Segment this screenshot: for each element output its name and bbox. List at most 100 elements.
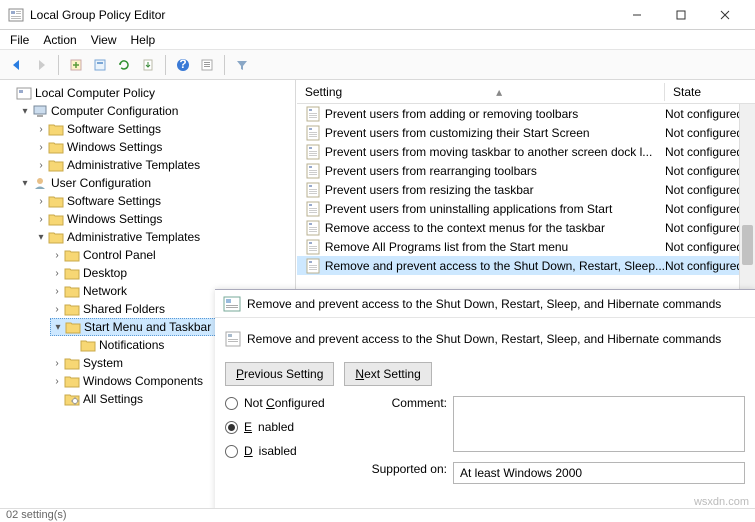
tree-at-1[interactable]: ›Desktop (50, 264, 293, 282)
chevron-right-icon[interactable]: › (50, 250, 64, 261)
menu-file[interactable]: File (10, 33, 29, 47)
folder-icon (64, 266, 80, 280)
chevron-right-icon[interactable]: › (34, 124, 48, 135)
list-item[interactable]: Remove and prevent access to the Shut Do… (297, 256, 755, 275)
tree-uc-at[interactable]: ▾Administrative Templates (34, 228, 293, 246)
toolbar-btn-2[interactable] (89, 54, 111, 76)
folder-icon (64, 284, 80, 298)
chevron-right-icon[interactable]: › (34, 142, 48, 153)
list-item[interactable]: Prevent users from moving taskbar to ano… (297, 142, 755, 161)
list-item[interactable]: Remove All Programs list from the Start … (297, 237, 755, 256)
toolbar-help[interactable]: ? (172, 54, 194, 76)
list-item[interactable]: Remove access to the context menus for t… (297, 218, 755, 237)
dialog-icon (223, 296, 241, 312)
folder-icon (64, 248, 80, 262)
toolbar-refresh[interactable] (113, 54, 135, 76)
folder-icon (64, 302, 80, 316)
chevron-down-icon[interactable]: ▾ (34, 232, 48, 243)
window-title: Local Group Policy Editor (30, 8, 615, 22)
maximize-button[interactable] (659, 1, 703, 29)
folder-icon (48, 212, 64, 226)
radio-not-configured[interactable]: Not Configured (225, 396, 345, 410)
chevron-right-icon[interactable]: › (34, 160, 48, 171)
tree-cc-1[interactable]: ›Windows Settings (34, 138, 293, 156)
toolbar-filter[interactable] (231, 54, 253, 76)
chevron-down-icon[interactable]: ▾ (18, 106, 32, 117)
folder-icon (48, 158, 64, 172)
forward-button[interactable] (30, 54, 52, 76)
back-button[interactable] (6, 54, 28, 76)
folder-icon (64, 356, 80, 370)
watermark: wsxdn.com (694, 496, 749, 508)
dialog-title: Remove and prevent access to the Shut Do… (247, 297, 721, 311)
chevron-right-icon[interactable]: › (34, 196, 48, 207)
toolbar-props[interactable] (196, 54, 218, 76)
setting-dialog: Remove and prevent access to the Shut Do… (215, 289, 755, 522)
policy-item-icon (305, 239, 321, 255)
chevron-right-icon[interactable]: › (50, 304, 64, 315)
scrollbar-thumb[interactable] (742, 225, 753, 265)
policy-item-icon (305, 163, 321, 179)
toolbar-export[interactable] (137, 54, 159, 76)
tree-uc[interactable]: ▾User Configuration (18, 174, 293, 192)
computer-icon (32, 104, 48, 118)
close-button[interactable] (703, 1, 747, 29)
chevron-right-icon[interactable]: › (50, 268, 64, 279)
menu-view[interactable]: View (91, 33, 117, 47)
chevron-right-icon[interactable]: › (50, 286, 64, 297)
next-setting-button[interactable]: Next Setting (344, 362, 431, 386)
list-item[interactable]: Prevent users from resizing the taskbarN… (297, 180, 755, 199)
list-item[interactable]: Prevent users from customizing their Sta… (297, 123, 755, 142)
user-icon (32, 176, 48, 190)
list-item[interactable]: Prevent users from adding or removing to… (297, 104, 755, 123)
tree-root[interactable]: Local Computer Policy (2, 84, 293, 102)
folder-icon (48, 230, 64, 244)
folder-icon (64, 374, 80, 388)
dialog-heading: Remove and prevent access to the Shut Do… (247, 332, 721, 346)
radio-icon (225, 421, 238, 434)
supported-label: Supported on: (363, 462, 453, 476)
menu-help[interactable]: Help (131, 33, 156, 47)
toolbar-separator (165, 55, 166, 75)
folder-icon (48, 194, 64, 208)
tree-cc-2[interactable]: ›Administrative Templates (34, 156, 293, 174)
chevron-right-icon[interactable]: › (50, 358, 64, 369)
col-state[interactable]: State (665, 83, 755, 101)
tree-cc-0[interactable]: ›Software Settings (34, 120, 293, 138)
folder-icon (80, 338, 96, 352)
tree-at-0[interactable]: ›Control Panel (50, 246, 293, 264)
radio-enabled[interactable]: Enabled (225, 420, 345, 434)
tree-cc[interactable]: ▾Computer Configuration (18, 102, 293, 120)
settings-folder-icon (64, 392, 80, 406)
chevron-down-icon[interactable]: ▾ (18, 178, 32, 189)
chevron-right-icon[interactable]: › (50, 376, 64, 387)
policy-item-icon (305, 182, 321, 198)
tree-uc-1[interactable]: ›Windows Settings (34, 210, 293, 228)
policy-item-icon (305, 144, 321, 160)
policy-item-icon (305, 125, 321, 141)
folder-icon (48, 140, 64, 154)
radio-disabled[interactable]: Disabled (225, 444, 345, 458)
comment-field[interactable] (453, 396, 745, 452)
comment-label: Comment: (363, 396, 453, 410)
policy-item-icon (305, 220, 321, 236)
folder-icon (65, 320, 81, 334)
svg-text:?: ? (179, 58, 186, 71)
col-setting[interactable]: Setting ▴ (297, 83, 665, 101)
tree-uc-0[interactable]: ›Software Settings (34, 192, 293, 210)
chevron-right-icon[interactable]: › (34, 214, 48, 225)
folder-icon (48, 122, 64, 136)
list-item[interactable]: Prevent users from uninstalling applicat… (297, 199, 755, 218)
minimize-button[interactable] (615, 1, 659, 29)
policy-icon (16, 86, 32, 100)
policy-item-icon (305, 106, 321, 122)
toolbar-separator (58, 55, 59, 75)
prev-setting-button[interactable]: Previous Setting (225, 362, 334, 386)
list-item[interactable]: Prevent users from rearranging toolbarsN… (297, 161, 755, 180)
toolbar-btn-1[interactable] (65, 54, 87, 76)
chevron-right-icon[interactable]: ▾ (51, 322, 65, 333)
toolbar-separator (224, 55, 225, 75)
menu-action[interactable]: Action (43, 33, 76, 47)
radio-icon (225, 397, 238, 410)
app-icon (8, 7, 24, 23)
